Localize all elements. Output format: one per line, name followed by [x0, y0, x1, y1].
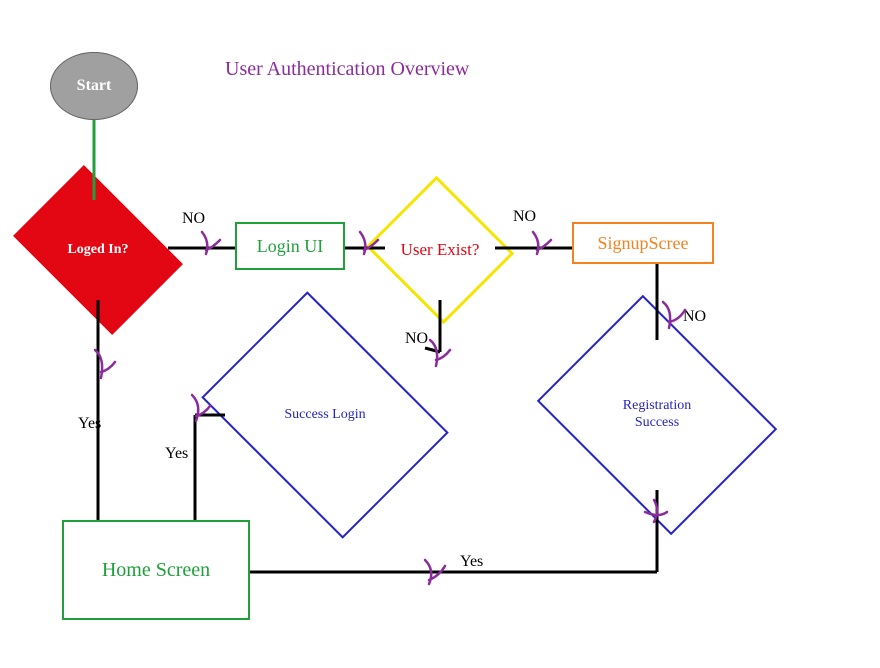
- node-user-exist-label: User Exist?: [385, 200, 495, 300]
- label-user-exist-no-right: NO: [513, 208, 536, 226]
- flowchart-canvas: User Authentication Overview Start Loged…: [0, 0, 880, 668]
- node-signup-screen-label: SignupScree: [598, 233, 689, 254]
- node-login-ui-label: Login UI: [257, 236, 324, 257]
- node-start: Start: [50, 52, 138, 120]
- node-login-ui: Login UI: [235, 222, 345, 270]
- label-logged-in-yes: Yes: [78, 415, 101, 433]
- node-registration-success-label: Registration Success: [562, 340, 752, 490]
- node-registration-success: Registration Success: [562, 340, 752, 490]
- node-user-exist: User Exist?: [385, 200, 495, 300]
- label-signup-no: NO: [683, 308, 706, 326]
- label-success-login-yes: Yes: [165, 445, 188, 463]
- label-logged-in-no: NO: [182, 210, 205, 228]
- diagram-title: User Authentication Overview: [225, 58, 469, 81]
- node-start-label: Start: [77, 77, 112, 95]
- node-success-login: Success Login: [225, 340, 425, 490]
- node-logged-in-label: Loged In?: [28, 200, 168, 300]
- node-logged-in: Loged In?: [28, 200, 168, 300]
- node-home-screen: Home Screen: [62, 520, 250, 620]
- node-signup-screen: SignupScree: [572, 222, 714, 264]
- label-user-exist-no-down: NO: [405, 330, 428, 348]
- label-registration-success-yes: Yes: [460, 553, 483, 571]
- node-success-login-label: Success Login: [225, 340, 425, 490]
- node-home-screen-label: Home Screen: [102, 559, 210, 582]
